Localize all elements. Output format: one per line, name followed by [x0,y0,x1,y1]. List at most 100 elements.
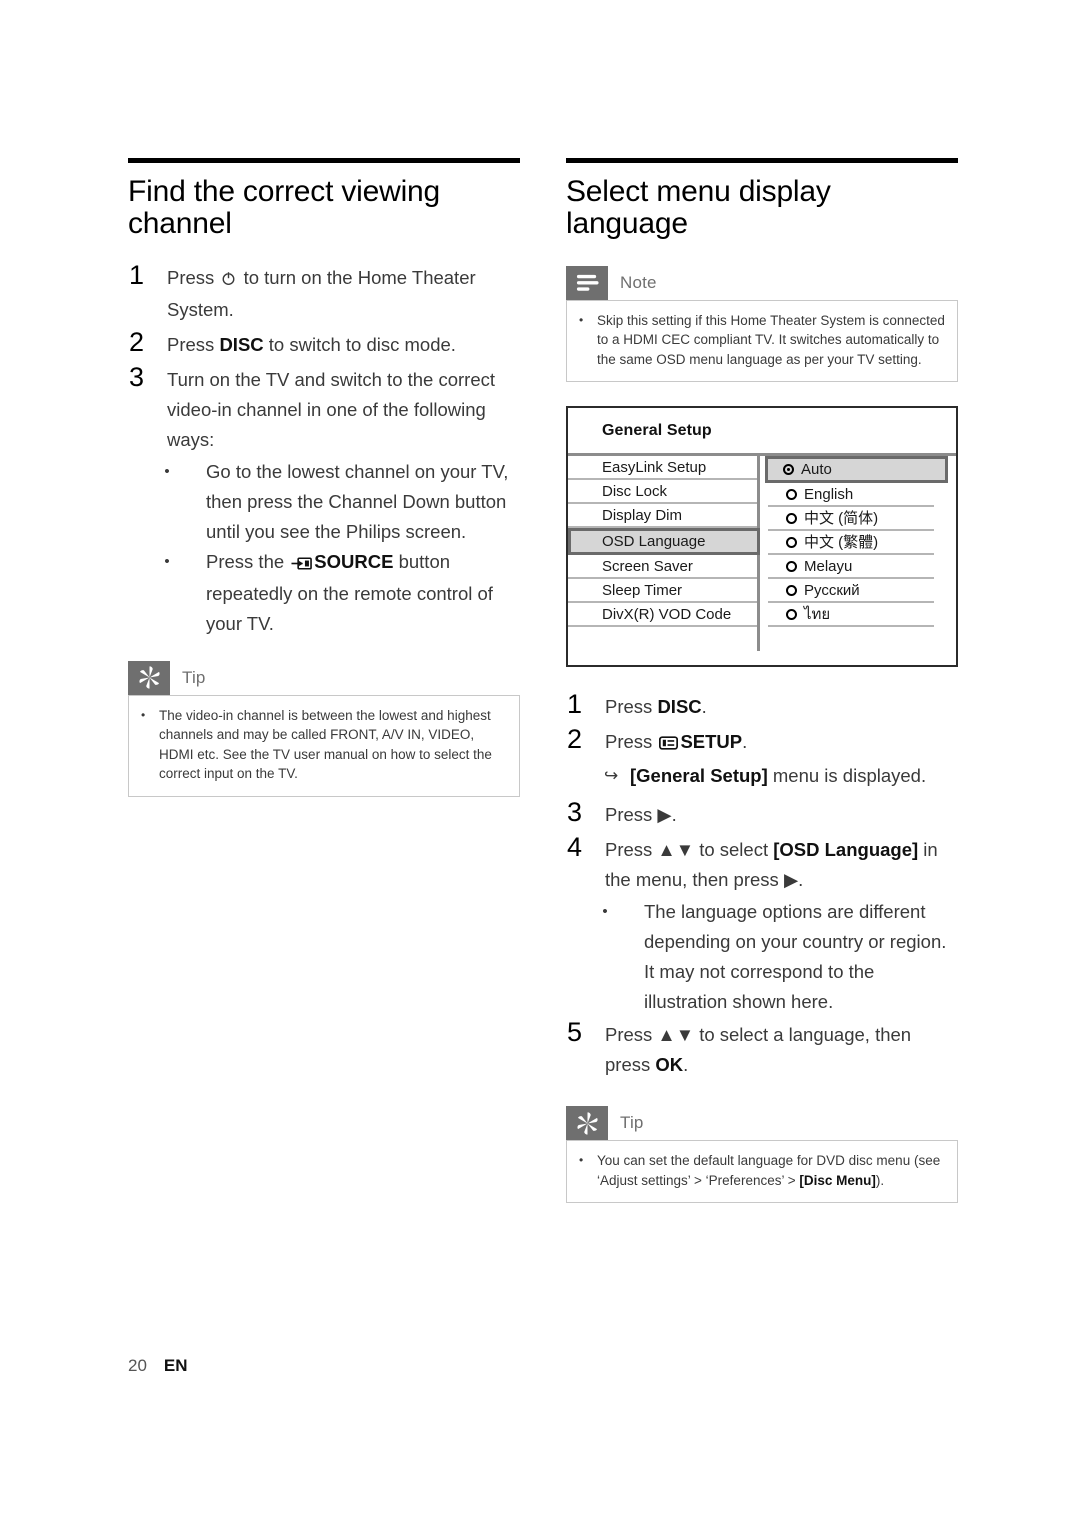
callout-header: Tip [566,1106,958,1141]
menu-item-screen-saver[interactable]: Screen Saver [568,555,757,580]
language-label: English [804,486,854,504]
source-icon [291,549,313,579]
ok-button-label: OK [655,1054,684,1076]
callout-label: Note [620,272,657,292]
menu-title: General Setup [568,408,956,457]
step-number: 2 [567,724,583,755]
step-result-line: ↪ [General Setup] menu is displayed. [604,761,958,791]
step-number: 1 [129,259,145,290]
step-text-post: . [742,731,748,753]
page-title-right: Select menu display language [566,175,831,240]
step-text: Press ▶. [605,804,677,826]
step-item: 4 Press ▲▼ to select [OSD Language] in t… [566,832,958,895]
step-text: Turn on the TV and switch to the correct… [167,368,496,450]
step-text-pre: Press ▲▼ to select a language, then pres… [605,1024,912,1076]
disc-menu-reference: [Disc Menu] [799,1172,876,1188]
sub-bullet-text: The language options are different depen… [644,901,947,1013]
note-callout: Note • Skip this setting if this Home Th… [566,265,958,383]
menu-item-disc-lock[interactable]: Disc Lock [568,480,757,505]
step-text-pre: Press [167,333,220,355]
note-lines-icon [576,274,599,291]
language-label: ไทย [804,606,831,624]
result-arrow-icon: ↪ [604,766,619,786]
section-rule-right [566,158,958,163]
step-text-pre: Press ▲▼ to select [605,839,774,861]
menu-item-sleep-timer[interactable]: Sleep Timer [568,579,757,604]
section-rule-left [128,158,520,163]
step-item: 1 Press to turn on the Home Theater Syst… [128,260,520,325]
language-option-chinese-traditional[interactable]: 中文 (繁體) [768,531,934,556]
result-text: [General Setup] menu is displayed. [630,761,926,791]
right-column: Select menu display language Note • Skip… [566,158,958,1204]
sub-bullet-item: • The language options are different dep… [566,897,958,1017]
sub-bullet-item: • Go to the lowest channel on your TV, t… [128,457,520,547]
language-label: Melayu [804,558,853,576]
tip-icon [128,660,170,695]
step-text: Press DISC to switch to disc mode. [167,327,520,360]
sub-bullet-text: Press the SOURCE button repeatedly on th… [206,547,520,639]
step-text: Press to turn on the Home Theater System… [167,260,520,325]
tip-pinwheel-icon [138,666,160,689]
step-text-pre: Press [605,696,658,718]
callout-header: Note [566,265,958,300]
callout-bullet-item: • The video-in channel is between the lo… [141,706,507,784]
tip-callout-right: Tip • You can set the default language f… [566,1106,958,1204]
step-item: 3 Press ▶. [566,797,958,830]
callout-text: Skip this setting if this Home Theater S… [597,312,945,367]
tip-icon [566,1106,608,1141]
disc-button-label: DISC [657,696,702,718]
step-text: Press DISC. [605,689,958,722]
step-text-pre: Press [605,731,658,753]
callout-bullet-item: • Skip this setting if this Home Theater… [579,311,945,370]
sub-bullet-list: • Go to the lowest channel on your TV, t… [128,457,520,639]
menu-item-easylink-setup[interactable]: EasyLink Setup [568,456,757,481]
sub-bullet-item: • Press the SOURCE button repeatedly on … [128,547,520,639]
tip-callout-left: Tip • The video-in channel is between th… [128,660,520,797]
menu-body: EasyLink Setup Disc Lock Display Dim OSD… [568,456,956,665]
step-text-post: to switch to disc mode. [263,333,456,355]
bullet-dot: • [579,312,584,327]
menu-left-pane: EasyLink Setup Disc Lock Display Dim OSD… [568,456,760,652]
step-item: 2 Press DISC to switch to disc mode. [128,327,520,360]
callout-text: The video-in channel is between the lowe… [159,707,492,782]
general-setup-reference: [General Setup] [630,765,768,787]
callout-text-post: ). [875,1172,885,1188]
step-item: 5 Press ▲▼ to select a language, then pr… [566,1017,958,1080]
language-option-russian[interactable]: Русский [768,579,934,604]
step-number: 4 [567,832,583,863]
radio-icon [786,609,797,621]
step-item: 3 Turn on the TV and switch to the corre… [128,362,520,455]
menu-item-osd-language[interactable]: OSD Language [568,528,760,556]
step-number: 5 [567,1017,583,1048]
sub-bullet-text: Go to the lowest channel on your TV, the… [206,460,509,542]
language-option-chinese-simplified[interactable]: 中文 (简体) [768,507,934,532]
step4-bullet-list: • The language options are different dep… [566,897,958,1017]
osd-language-reference: [OSD Language] [773,839,919,861]
language-option-thai[interactable]: ไทย [768,603,934,628]
step-text: Press ▲▼ to select [OSD Language] in the… [605,832,958,895]
bullet-dot: • [164,552,170,570]
manual-page: Find the correct viewing channel 1 Press… [0,0,1080,1524]
setup-icon [659,729,679,759]
step-number: 3 [567,797,583,828]
bullet-dot: • [579,1153,584,1168]
language-label: Auto [801,461,832,479]
menu-item-display-dim[interactable]: Display Dim [568,504,757,529]
sub-bullet-pre: Press the [206,550,290,572]
callout-header: Tip [128,660,520,695]
language-option-english[interactable]: English [768,483,934,508]
language-option-melayu[interactable]: Melayu [768,555,934,580]
step-number: 2 [129,326,145,357]
tip-pinwheel-icon [576,1112,598,1135]
step-text-post: . [683,1054,689,1076]
language-option-auto[interactable]: Auto [765,456,948,484]
step-item: 1 Press DISC. [566,689,958,722]
menu-right-pane: Auto English 中文 (简体) 中文 (繁體) Melayu Русс… [760,456,956,651]
menu-item-divx-vod-code[interactable]: DivX(R) VOD Code [568,603,757,628]
menu-left-spacer [568,627,757,651]
step-text-pre: Press [167,266,220,288]
callout-bullet-item: • You can set the default language for D… [579,1151,945,1190]
page-footer: 20 EN [128,1356,188,1376]
disc-button-label: DISC [219,333,264,355]
callout-body: • You can set the default language for D… [566,1140,958,1204]
